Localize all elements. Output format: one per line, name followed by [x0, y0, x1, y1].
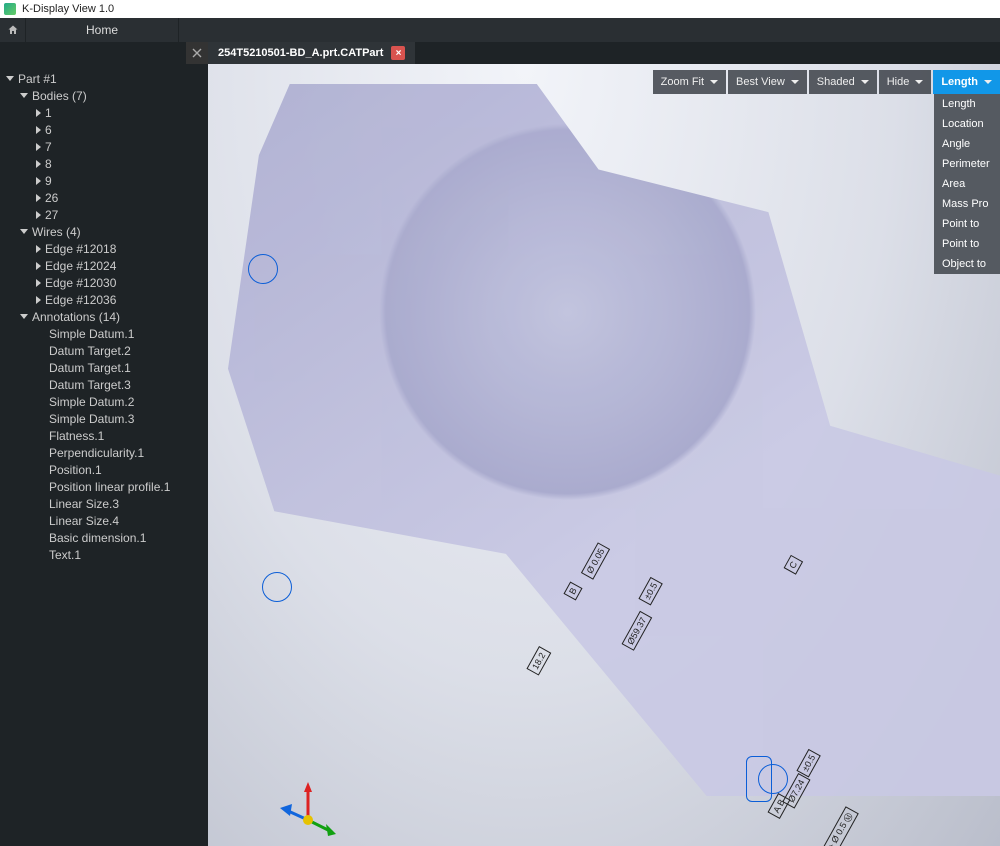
measure-menu-button[interactable]: Length — [933, 70, 1000, 94]
pmi-fcf: ⌖ Ø 0.5 Ⓜ — [822, 807, 859, 846]
chevron-down-icon — [861, 80, 869, 84]
tree-item[interactable]: Position linear profile.1 — [6, 478, 204, 495]
tree-item[interactable]: Edge #12024 — [6, 257, 204, 274]
tree-item[interactable]: Simple Datum.1 — [6, 325, 204, 342]
document-tab[interactable]: 254T5210501-BD_A.prt.CATPart × — [208, 42, 415, 64]
close-panel-icon[interactable] — [186, 42, 208, 64]
tree-item[interactable]: 8 — [6, 155, 204, 172]
tree-item[interactable]: Edge #12018 — [6, 240, 204, 257]
dropdown-item-angle[interactable]: Angle — [934, 134, 1000, 154]
hide-button[interactable]: Hide — [879, 70, 932, 94]
document-filename: 254T5210501-BD_A.prt.CATPart — [218, 47, 383, 59]
dropdown-item-point-to-1[interactable]: Point to — [934, 214, 1000, 234]
viewport-3d[interactable]: Ø59.37 ±0.5 Ø 0.05 B C 18.2 Ø7.24 ±0.5 A… — [208, 64, 1000, 846]
chevron-down-icon — [710, 80, 718, 84]
tree-item[interactable]: Simple Datum.2 — [6, 393, 204, 410]
tree-item[interactable]: Edge #12036 — [6, 291, 204, 308]
tree-root[interactable]: Part #1 — [6, 70, 204, 87]
app-logo-icon — [4, 3, 16, 15]
dropdown-item-area[interactable]: Area — [934, 174, 1000, 194]
close-tab-icon[interactable]: × — [391, 46, 405, 60]
tree-item[interactable]: 1 — [6, 104, 204, 121]
dropdown-item-object-to[interactable]: Object to — [934, 254, 1000, 274]
app-title: K-Display View 1.0 — [22, 3, 114, 15]
pmi-balloon[interactable] — [262, 572, 292, 602]
ribbon-tab-label: Home — [86, 23, 118, 37]
tree-item[interactable]: 9 — [6, 172, 204, 189]
dropdown-item-mass[interactable]: Mass Pro — [934, 194, 1000, 214]
tree-item[interactable]: 6 — [6, 121, 204, 138]
tree-item[interactable]: Datum Target.2 — [6, 342, 204, 359]
tree-item[interactable]: Datum Target.1 — [6, 359, 204, 376]
tree-item[interactable]: 7 — [6, 138, 204, 155]
tree-item[interactable]: Linear Size.3 — [6, 495, 204, 512]
tree-item[interactable]: Edge #12030 — [6, 274, 204, 291]
pmi-dimension: 18.2 — [526, 646, 551, 675]
tree-item[interactable]: Linear Size.4 — [6, 512, 204, 529]
tree-group-wires[interactable]: Wires (4) — [6, 223, 204, 240]
pmi-balloon[interactable] — [248, 254, 278, 284]
chevron-down-icon — [915, 80, 923, 84]
model-tree: Part #1 Bodies (7) 1 6 7 8 9 26 27 Wires… — [0, 64, 208, 846]
tree-item[interactable]: Position.1 — [6, 461, 204, 478]
part-geometry — [228, 84, 1000, 796]
axis-gizmo-icon[interactable] — [278, 780, 338, 840]
tree-item[interactable]: Simple Datum.3 — [6, 410, 204, 427]
tree-item[interactable]: Datum Target.3 — [6, 376, 204, 393]
measure-dropdown: Length Location Angle Perimeter Area Mas… — [934, 94, 1000, 274]
ribbon-tab-home[interactable]: Home — [26, 18, 179, 42]
tree-item[interactable]: Perpendicularity.1 — [6, 444, 204, 461]
titlebar: K-Display View 1.0 — [0, 0, 1000, 18]
pmi-balloon[interactable] — [758, 764, 788, 794]
chevron-down-icon — [984, 80, 992, 84]
shaded-button[interactable]: Shaded — [809, 70, 877, 94]
dropdown-item-length[interactable]: Length — [934, 94, 1000, 114]
tree-item[interactable]: Text.1 — [6, 546, 204, 563]
tree-group-bodies[interactable]: Bodies (7) — [6, 87, 204, 104]
home-icon[interactable] — [0, 18, 26, 42]
document-tab-strip: 254T5210501-BD_A.prt.CATPart × — [0, 42, 1000, 64]
tree-item[interactable]: Basic dimension.1 — [6, 529, 204, 546]
view-toolbar: Zoom Fit Best View Shaded Hide Length — [653, 70, 1000, 94]
best-view-button[interactable]: Best View — [728, 70, 807, 94]
dropdown-item-point-to-2[interactable]: Point to — [934, 234, 1000, 254]
ribbon: Home — [0, 18, 1000, 42]
tree-item[interactable]: Flatness.1 — [6, 427, 204, 444]
tree-item[interactable]: 27 — [6, 206, 204, 223]
dropdown-item-location[interactable]: Location — [934, 114, 1000, 134]
tree-item[interactable]: 26 — [6, 189, 204, 206]
tree-group-annotations[interactable]: Annotations (14) — [6, 308, 204, 325]
chevron-down-icon — [791, 80, 799, 84]
dropdown-item-perimeter[interactable]: Perimeter — [934, 154, 1000, 174]
zoom-fit-button[interactable]: Zoom Fit — [653, 70, 726, 94]
